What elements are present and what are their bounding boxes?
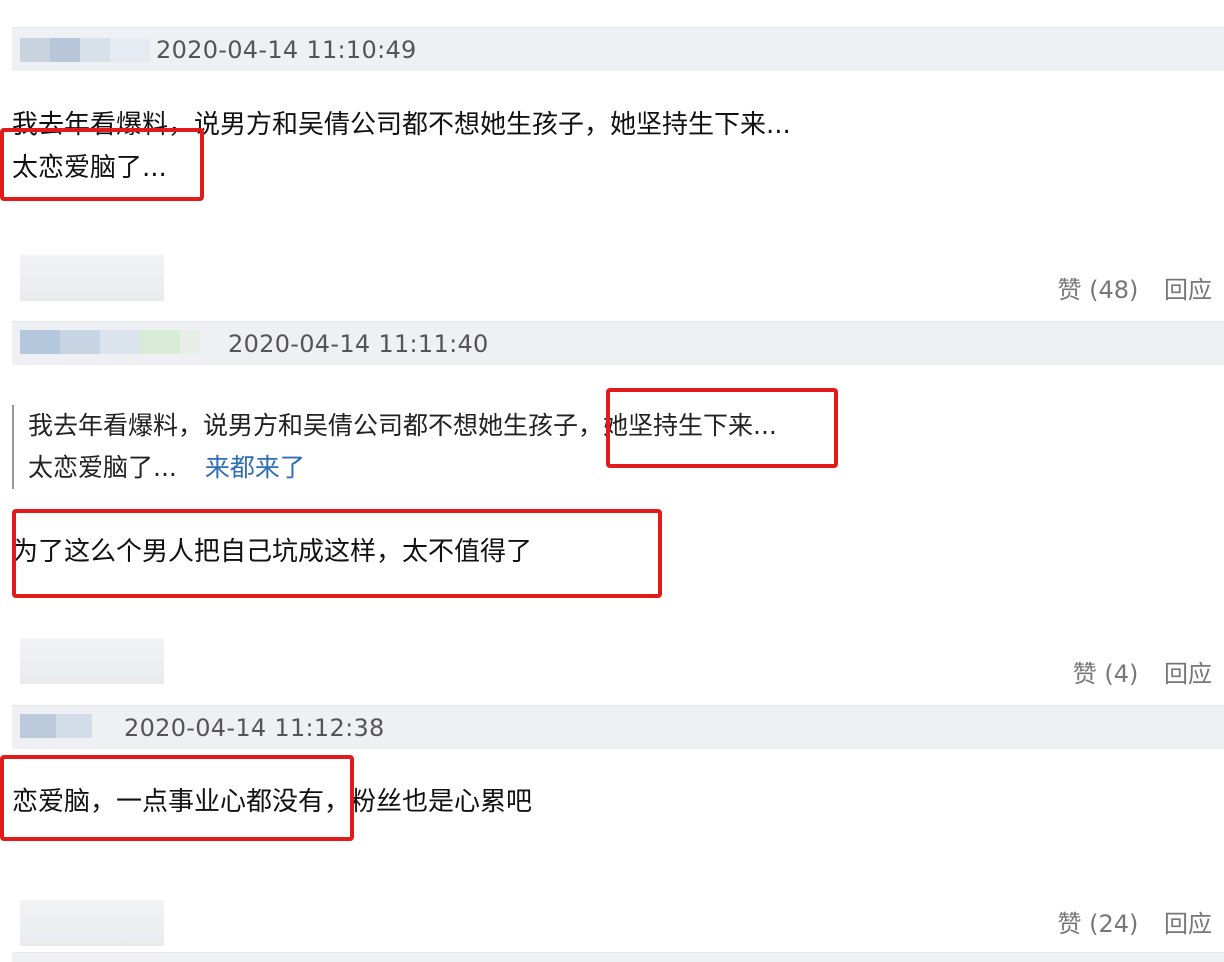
avatar-blurred (20, 255, 164, 301)
comment-header: 2020-04-14 11:10:49 (12, 27, 1224, 71)
comment-timestamp: 2020-04-14 11:12:38 (124, 714, 385, 742)
comment-timestamp: 2020-04-14 11:10:49 (156, 36, 417, 64)
comment-actions: 赞 (4) 回应 (1055, 654, 1212, 689)
reply-button[interactable]: 回应 (1164, 276, 1212, 304)
comment-actions: 赞 (48) 回应 (1039, 270, 1212, 305)
highlight-box (0, 128, 204, 201)
like-button[interactable]: 赞 (24) (1057, 910, 1138, 938)
avatar-blurred (20, 638, 164, 684)
comment-header: 2020-04-14 11:11:40 (12, 321, 1224, 365)
comment-header: 2020-04-14 11:12:38 (12, 705, 1224, 749)
comment-actions: 赞 (24) 回应 (1039, 904, 1212, 939)
highlight-box (0, 755, 354, 841)
like-button[interactable]: 赞 (48) (1057, 276, 1138, 304)
avatar-blurred (20, 900, 164, 946)
like-button[interactable]: 赞 (4) (1073, 660, 1139, 688)
cropped-top-actions (1044, 0, 1224, 10)
comment-timestamp: 2020-04-14 11:11:40 (228, 330, 489, 358)
highlight-box (606, 388, 838, 468)
reply-button[interactable]: 回应 (1164, 910, 1212, 938)
comment-thread: 2020-04-14 11:10:49 我去年看爆料，说男方和吴倩公司都不想她生… (0, 0, 1224, 962)
highlight-box (12, 509, 662, 598)
quote-author-link[interactable]: 来都来了 (205, 453, 305, 482)
reply-button[interactable]: 回应 (1164, 660, 1212, 688)
next-comment-header (12, 952, 1224, 962)
